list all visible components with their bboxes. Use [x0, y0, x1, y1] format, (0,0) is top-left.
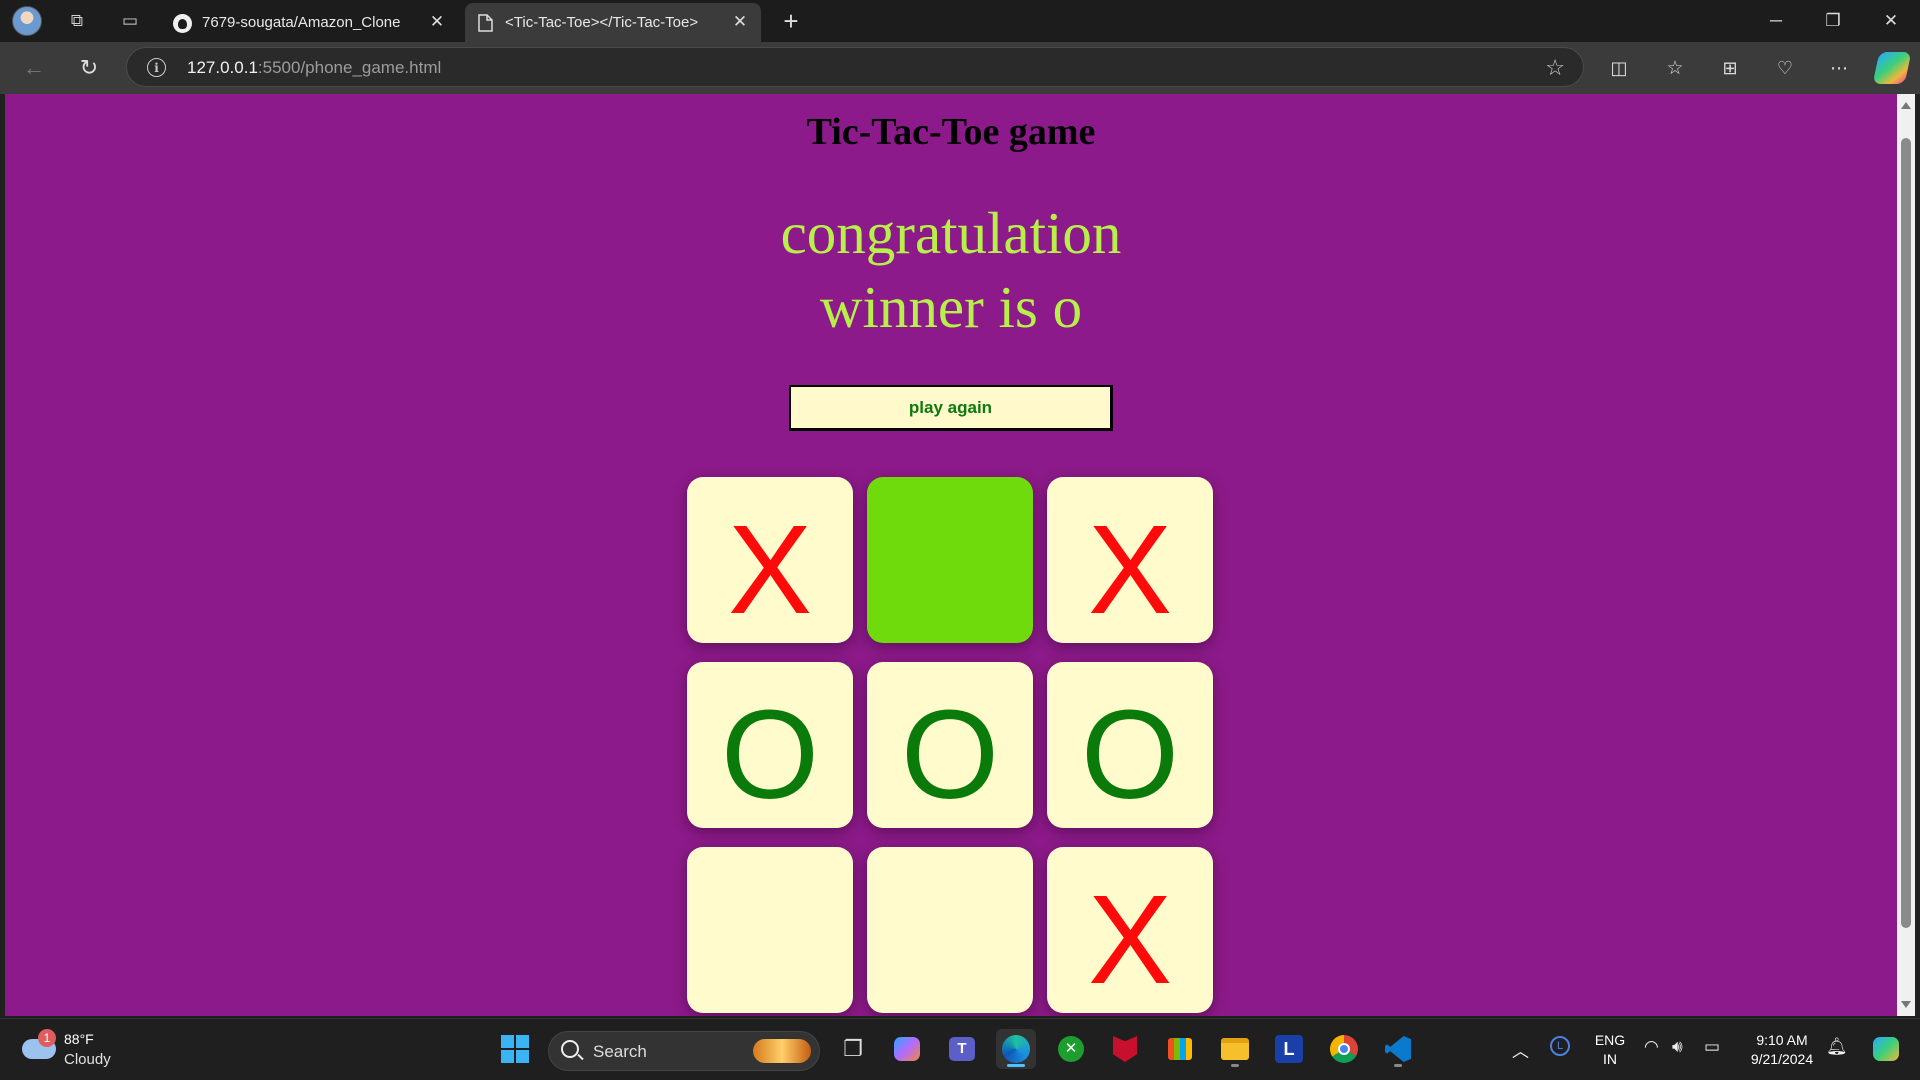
more-options-icon[interactable]: ⋯	[1823, 52, 1855, 84]
board-cell-3[interactable]: X	[1047, 477, 1213, 643]
file-explorer-icon[interactable]	[1215, 1029, 1255, 1069]
search-icon	[561, 1040, 579, 1058]
copilot-app-icon[interactable]	[887, 1029, 927, 1069]
board-cell-2[interactable]	[867, 477, 1033, 643]
github-icon	[172, 13, 192, 33]
xbox-icon[interactable]: ✕	[1051, 1029, 1091, 1069]
board-cell-5[interactable]: O	[867, 662, 1033, 828]
clock-time: 9:10 AM	[1756, 1032, 1808, 1048]
vscode-icon[interactable]	[1378, 1029, 1418, 1069]
workspaces-icon[interactable]: ⧉	[64, 8, 90, 34]
teams-icon[interactable]: T	[942, 1029, 982, 1069]
chrome-icon[interactable]	[1324, 1029, 1364, 1069]
weather-widget[interactable]: 1 88°F Cloudy	[22, 1029, 182, 1073]
windows-taskbar: 1 88°F Cloudy Search ❐ T ✕ L ︿ L ENG IN …	[0, 1018, 1920, 1080]
winner-message: congratulation winner is o	[5, 196, 1897, 344]
language-indicator[interactable]: ENG IN	[1592, 1031, 1628, 1069]
scrollbar-thumb[interactable]	[1901, 138, 1911, 928]
scroll-down-arrow-icon[interactable]	[1901, 1001, 1911, 1008]
notifications-bell-icon[interactable]: 🔔︎	[1826, 1037, 1848, 1057]
copilot-icon[interactable]	[1872, 52, 1912, 84]
board-cell-7[interactable]	[687, 847, 853, 1013]
page-title: Tic-Tac-Toe game	[806, 111, 1096, 153]
board-cell-6[interactable]: O	[1047, 662, 1213, 828]
l-app-icon[interactable]: L	[1269, 1029, 1309, 1069]
scroll-up-arrow-icon[interactable]	[1901, 102, 1911, 109]
wifi-icon[interactable]: ◠	[1644, 1037, 1659, 1057]
task-view-icon[interactable]: ❐	[833, 1029, 873, 1069]
winner-message-line1: congratulation	[780, 200, 1122, 266]
board-cell-1[interactable]: X	[687, 477, 853, 643]
windows-logo-icon	[501, 1035, 529, 1063]
tab-tic-tac-toe[interactable]: <Tic-Tac-Toe></Tic-Tac-Toe> ✕	[465, 3, 761, 42]
browser-essentials-icon[interactable]: ♡	[1769, 52, 1801, 84]
microsoft-store-icon[interactable]	[1160, 1029, 1200, 1069]
profile-avatar[interactable]	[12, 6, 42, 36]
weather-condition: Cloudy	[64, 1051, 111, 1068]
board-cell-8[interactable]	[867, 847, 1033, 1013]
browser-nav-bar: ← ↻ i 127.0.0.1:5500/phone_game.html ☆ ◫…	[0, 42, 1920, 94]
browser-tab-bar: ⧉ ▭ 7679-sougata/Amazon_Clone ✕ <Tic-Tac…	[0, 0, 1920, 42]
close-tab-icon[interactable]: ✕	[426, 11, 448, 33]
start-button[interactable]	[495, 1029, 535, 1069]
reload-icon[interactable]: ↻	[73, 52, 105, 84]
show-hidden-icons-chevron-icon[interactable]: ︿	[1512, 1037, 1529, 1062]
page-icon	[475, 13, 495, 33]
collections-icon[interactable]: ⊞	[1714, 52, 1746, 84]
search-placeholder: Search	[593, 1042, 647, 1061]
copilot-tray-icon[interactable]	[1866, 1029, 1906, 1069]
new-tab-button[interactable]: +	[776, 6, 806, 36]
winner-message-line2: winner is o	[819, 274, 1083, 340]
weather-badge: 1	[38, 1029, 56, 1047]
back-arrow-icon[interactable]: ←	[18, 52, 50, 84]
play-again-button[interactable]: play again	[789, 385, 1113, 431]
taskbar-search[interactable]: Search	[548, 1031, 820, 1071]
split-screen-icon[interactable]: ◫	[1603, 52, 1635, 84]
search-highlight-icon	[753, 1039, 811, 1063]
tray-app-icon[interactable]: L	[1550, 1036, 1570, 1056]
close-window-button[interactable]: ✕	[1868, 6, 1914, 36]
board-cell-9[interactable]: X	[1047, 847, 1213, 1013]
tab-amazon-clone[interactable]: 7679-sougata/Amazon_Clone ✕	[162, 3, 458, 42]
tab-title: <Tic-Tac-Toe></Tic-Tac-Toe>	[505, 14, 699, 31]
clock[interactable]: 9:10 AM 9/21/2024	[1740, 1031, 1824, 1069]
minimize-button[interactable]: ─	[1753, 6, 1799, 36]
favorite-star-icon[interactable]: ☆	[1545, 55, 1565, 81]
restore-button[interactable]: ❐	[1810, 6, 1856, 36]
tab-title: 7679-sougata/Amazon_Clone	[202, 14, 401, 31]
page-viewport: Tic-Tac-Toe game congratulation winner i…	[5, 94, 1897, 1016]
volume-icon[interactable]: 🔊︎	[1672, 1037, 1683, 1057]
board-cell-4[interactable]: O	[687, 662, 853, 828]
favorites-icon[interactable]: ☆	[1659, 52, 1691, 84]
edge-icon[interactable]	[996, 1029, 1036, 1069]
close-tab-icon[interactable]: ✕	[729, 11, 751, 33]
url-text: 127.0.0.1:5500/phone_game.html	[187, 58, 442, 77]
vertical-tabs-icon[interactable]: ▭	[117, 8, 143, 34]
battery-icon[interactable]: ▭	[1704, 1037, 1720, 1057]
site-info-icon[interactable]: i	[147, 58, 166, 77]
address-bar[interactable]: i 127.0.0.1:5500/phone_game.html ☆	[126, 47, 1584, 87]
weather-temperature: 88°F	[64, 1031, 94, 1047]
page-scrollbar[interactable]	[1897, 94, 1915, 1016]
mcafee-icon[interactable]	[1105, 1029, 1145, 1069]
clock-date: 9/21/2024	[1750, 1051, 1814, 1067]
